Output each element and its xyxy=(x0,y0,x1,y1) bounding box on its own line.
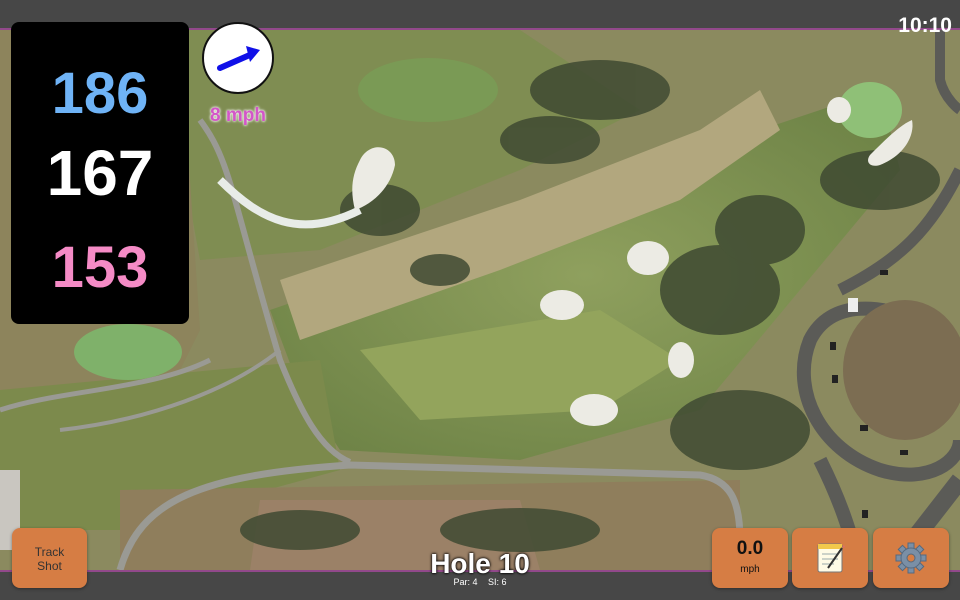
wind-direction-indicator xyxy=(202,22,274,94)
middle-distance: 167 xyxy=(46,137,154,209)
gear-icon xyxy=(895,542,927,574)
front-distance: 153 xyxy=(51,235,149,300)
track-shot-label: Track Shot xyxy=(34,545,65,573)
hole-title: Hole 10 xyxy=(430,548,530,579)
track-shot-button[interactable]: Track Shot xyxy=(12,528,87,588)
clock: 10:10 xyxy=(898,14,952,37)
wind-speed: 8 mph xyxy=(210,105,266,126)
notes-button[interactable] xyxy=(792,528,868,588)
par-label: Par: 4 xyxy=(453,577,478,587)
notepad-icon xyxy=(817,543,845,573)
back-distance: 186 xyxy=(51,61,149,126)
speed-unit: mph xyxy=(740,564,760,575)
speed-button[interactable]: 0.0 mph xyxy=(712,528,788,588)
distance-panel: 186 167 153 xyxy=(11,22,189,324)
hole-info: Par: 4 SI: 6 xyxy=(400,577,560,587)
stroke-index-label: SI: 6 xyxy=(488,577,507,587)
settings-button[interactable] xyxy=(873,528,949,588)
speed-value: 0.0 xyxy=(736,538,764,559)
arrow-icon xyxy=(217,46,260,71)
